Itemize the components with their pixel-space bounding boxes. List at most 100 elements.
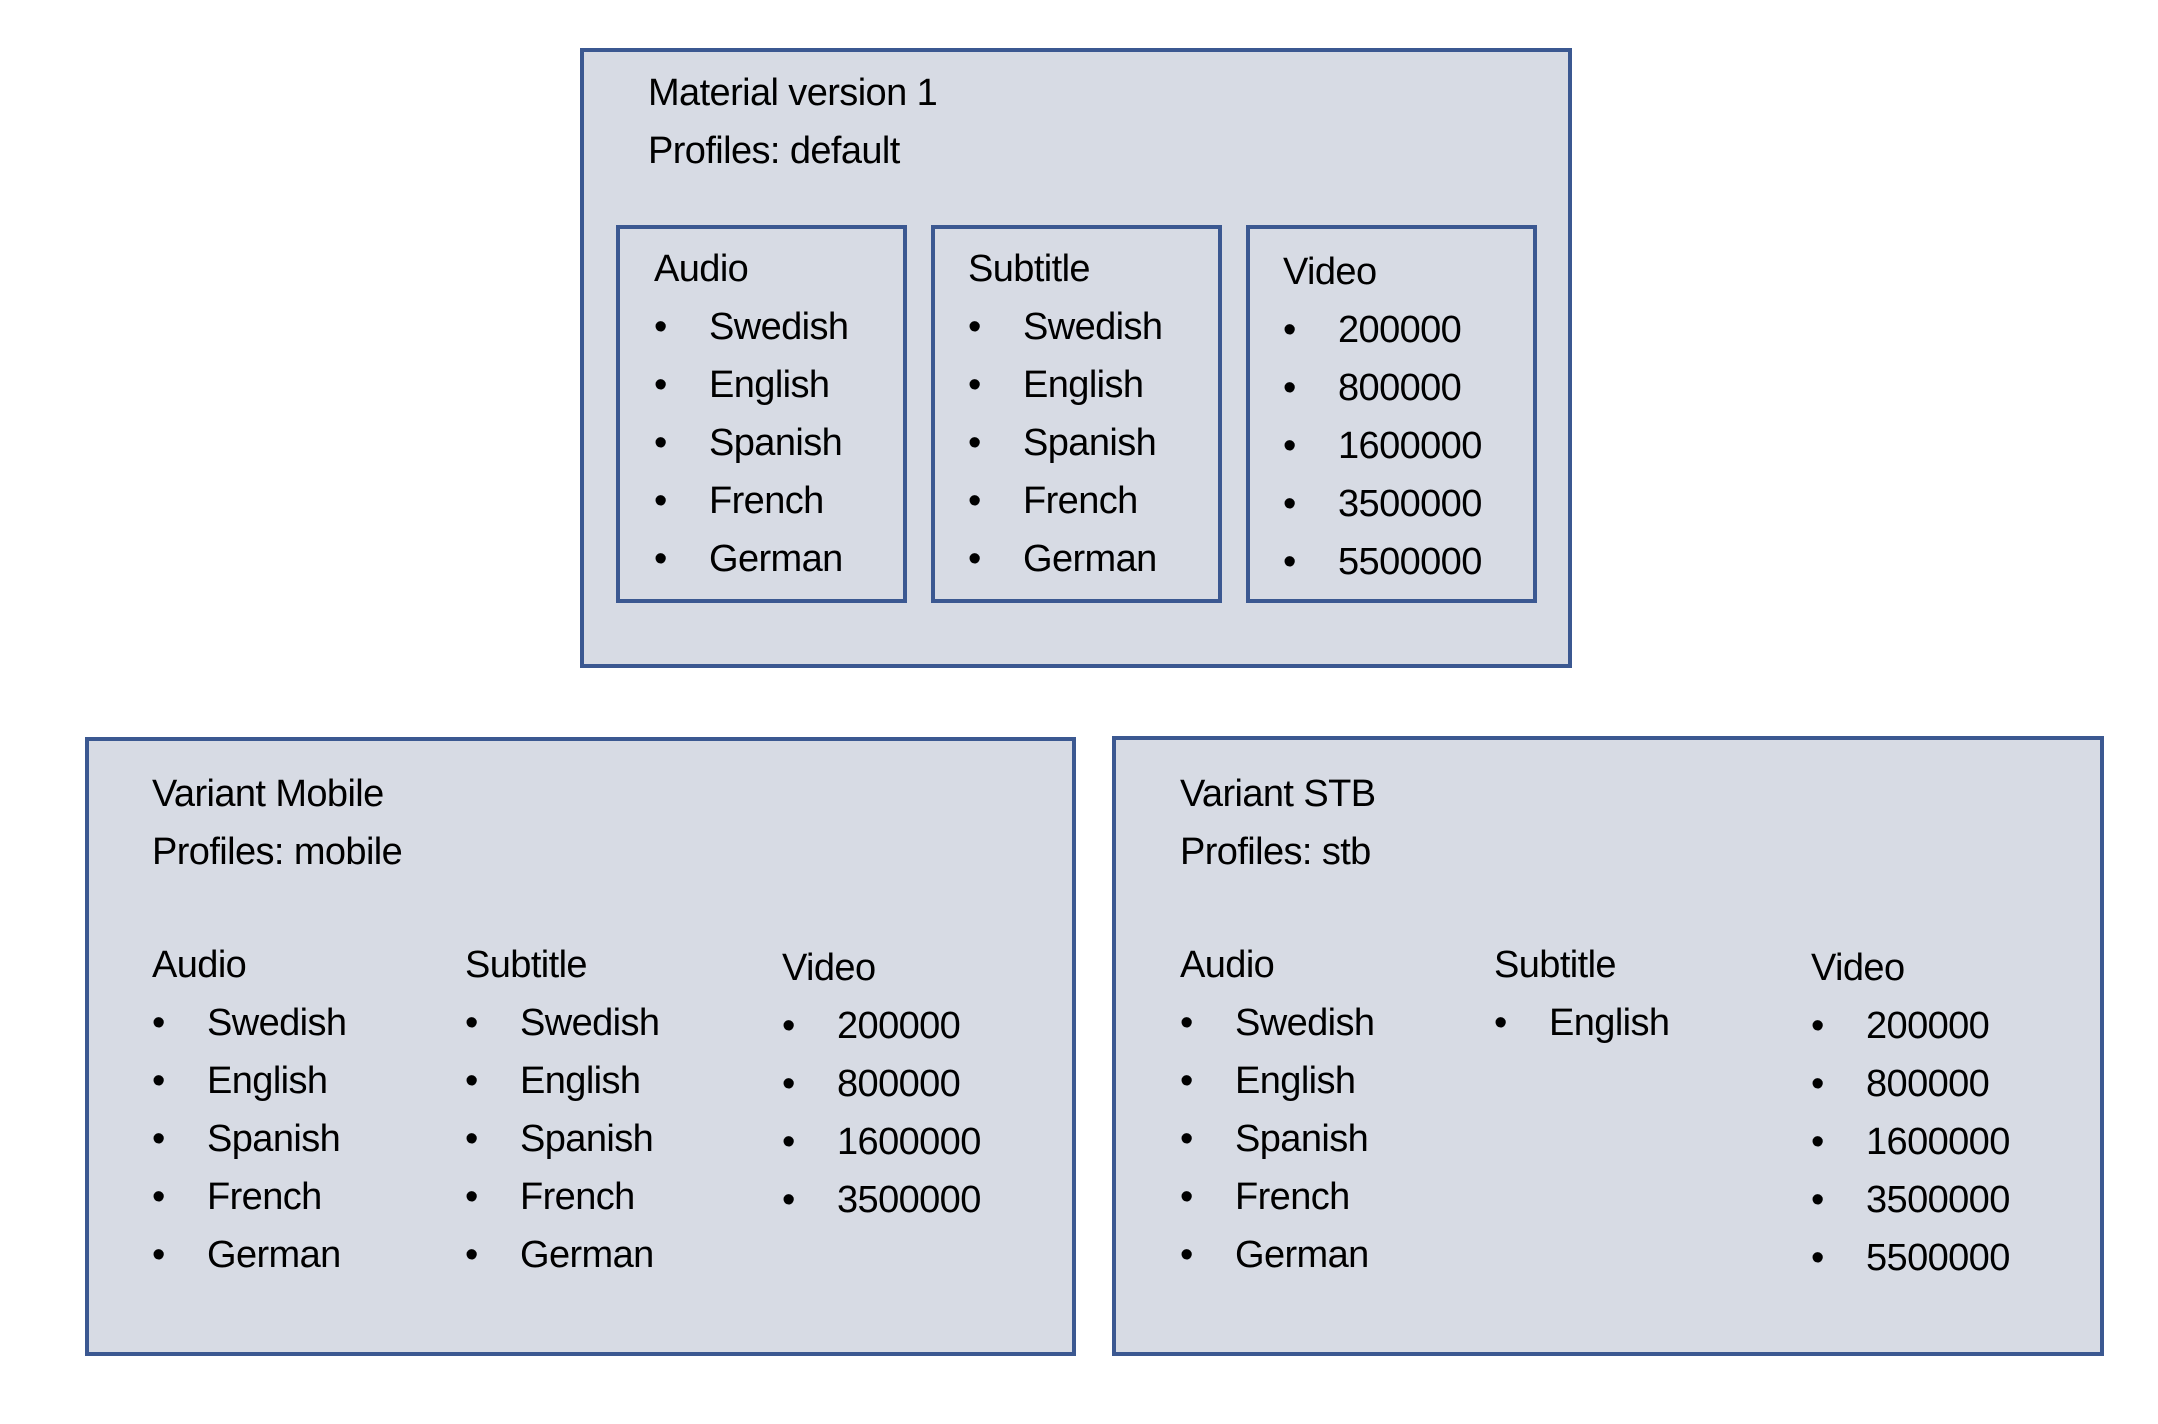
variant-mobile-subtitle-column: Subtitle • Swedish • English • Spanish • French… — [465, 936, 660, 1284]
list-item: • 3500000 — [782, 1171, 981, 1229]
list-item-text: English — [1023, 364, 1144, 406]
bullet-icon: • — [1180, 1234, 1193, 1276]
list-item-text: Swedish — [207, 1002, 347, 1044]
list-item: • Spanish — [654, 414, 843, 472]
audio-list: • Swedish • English • Spanish • French • German — [654, 298, 849, 588]
variant-stb-header: Variant STB Profiles: stb — [1180, 765, 1376, 881]
list-item: • French — [1180, 1168, 1350, 1226]
list-item: • 200000 — [782, 997, 961, 1055]
list-item: • 3500000 — [1283, 475, 1482, 533]
bullet-icon: • — [782, 1179, 795, 1221]
list-item-text: German — [1023, 538, 1157, 580]
material-title: Material version 1 — [648, 72, 938, 114]
list-item-text: 3500000 — [1866, 1179, 2010, 1221]
bullet-icon: • — [968, 306, 981, 348]
list-item: • Swedish — [152, 994, 347, 1052]
material-header: Material version 1 Profiles: default — [648, 64, 938, 180]
variant-mobile-audio-column: Audio • Swedish • English • Spanish • French • Ge… — [152, 936, 347, 1284]
list-item-text: German — [520, 1234, 654, 1276]
list-item: • 1600000 — [1283, 417, 1482, 475]
material-profiles: Profiles: default — [648, 130, 900, 172]
list-item: • English — [654, 356, 830, 414]
bullet-icon: • — [968, 480, 981, 522]
list-item: • German — [1180, 1226, 1369, 1284]
list-item: • Swedish — [1180, 994, 1375, 1052]
variant-stb-audio-column: Audio • Swedish • English • Spanish • French • Ge… — [1180, 936, 1375, 1284]
bullet-icon: • — [654, 306, 667, 348]
list-item-text: English — [520, 1060, 641, 1102]
list-item-text: 800000 — [1866, 1063, 1990, 1105]
list-item: • 800000 — [1283, 359, 1462, 417]
audio-heading: Audio — [654, 248, 749, 290]
subtitle-list: • Swedish • English • Spanish • French • German — [968, 298, 1163, 588]
bullet-icon: • — [1180, 1060, 1193, 1102]
list-item: • German — [968, 530, 1157, 588]
video-heading: Video — [1811, 947, 1905, 989]
list-item-text: Swedish — [520, 1002, 660, 1044]
list-item: • English — [465, 1052, 641, 1110]
list-item: • English — [1180, 1052, 1356, 1110]
video-list: • 200000 • 800000 • 1600000 • 3500000 • 5500000 — [1811, 997, 2010, 1287]
list-item-text: Spanish — [1023, 422, 1157, 464]
bullet-icon: • — [654, 538, 667, 580]
bullet-icon: • — [1811, 1005, 1824, 1047]
list-item-text: Spanish — [709, 422, 843, 464]
list-item: • German — [152, 1226, 341, 1284]
subtitle-list: • English — [1494, 994, 1670, 1052]
list-item-text: German — [207, 1234, 341, 1276]
audio-list: • Swedish • English • Spanish • French • German — [1180, 994, 1375, 1284]
bullet-icon: • — [1180, 1002, 1193, 1044]
list-item-text: 200000 — [1338, 309, 1462, 351]
list-item-text: English — [1235, 1060, 1356, 1102]
variant-mobile-title: Variant Mobile — [152, 773, 384, 815]
video-heading: Video — [1283, 251, 1377, 293]
variant-mobile-header: Variant Mobile Profiles: mobile — [152, 765, 403, 881]
list-item-text: 3500000 — [1338, 483, 1482, 525]
list-item: • 200000 — [1811, 997, 1990, 1055]
variant-stb-profiles: Profiles: stb — [1180, 831, 1371, 873]
list-item: • 5500000 — [1283, 533, 1482, 591]
subtitle-heading: Subtitle — [968, 248, 1091, 290]
list-item-text: 800000 — [837, 1063, 961, 1105]
list-item-text: 1600000 — [1338, 425, 1482, 467]
list-item-text: 200000 — [837, 1005, 961, 1047]
bullet-icon: • — [654, 480, 667, 522]
list-item-text: Spanish — [520, 1118, 654, 1160]
bullet-icon: • — [152, 1118, 165, 1160]
list-item: • French — [465, 1168, 635, 1226]
list-item-text: English — [709, 364, 830, 406]
list-item: • French — [968, 472, 1138, 530]
list-item-text: English — [1549, 1002, 1670, 1044]
subtitle-heading: Subtitle — [465, 944, 588, 986]
material-video-column: Video • 200000 • 800000 • 1600000 • 3500000 • 550… — [1283, 243, 1482, 591]
bullet-icon: • — [1811, 1237, 1824, 1279]
bullet-icon: • — [152, 1176, 165, 1218]
variant-stb-subtitle-column: Subtitle • English — [1494, 936, 1670, 1052]
subtitle-list: • Swedish • English • Spanish • French • German — [465, 994, 660, 1284]
video-heading: Video — [782, 947, 876, 989]
audio-heading: Audio — [1180, 944, 1275, 986]
list-item: • Swedish — [654, 298, 849, 356]
material-audio-column: Audio • Swedish • English • Spanish • French • Ge… — [654, 240, 849, 588]
bullet-icon: • — [465, 1234, 478, 1276]
bullet-icon: • — [1283, 483, 1296, 525]
bullet-icon: • — [654, 422, 667, 464]
list-item: • Spanish — [968, 414, 1157, 472]
list-item: • 1600000 — [782, 1113, 981, 1171]
list-item: • Swedish — [465, 994, 660, 1052]
list-item-text: 1600000 — [837, 1121, 981, 1163]
list-item-text: French — [207, 1176, 322, 1218]
list-item: • German — [465, 1226, 654, 1284]
variant-mobile-video-column: Video • 200000 • 800000 • 1600000 • 3500000 — [782, 939, 981, 1229]
list-item: • English — [1494, 994, 1670, 1052]
bullet-icon: • — [152, 1234, 165, 1276]
bullet-icon: • — [152, 1002, 165, 1044]
bullet-icon: • — [968, 364, 981, 406]
list-item-text: 200000 — [1866, 1005, 1990, 1047]
list-item: • 800000 — [782, 1055, 961, 1113]
bullet-icon: • — [1180, 1176, 1193, 1218]
list-item: • English — [968, 356, 1144, 414]
video-list: • 200000 • 800000 • 1600000 • 3500000 — [782, 997, 981, 1229]
list-item: • Spanish — [1180, 1110, 1369, 1168]
list-item-text: Spanish — [207, 1118, 341, 1160]
